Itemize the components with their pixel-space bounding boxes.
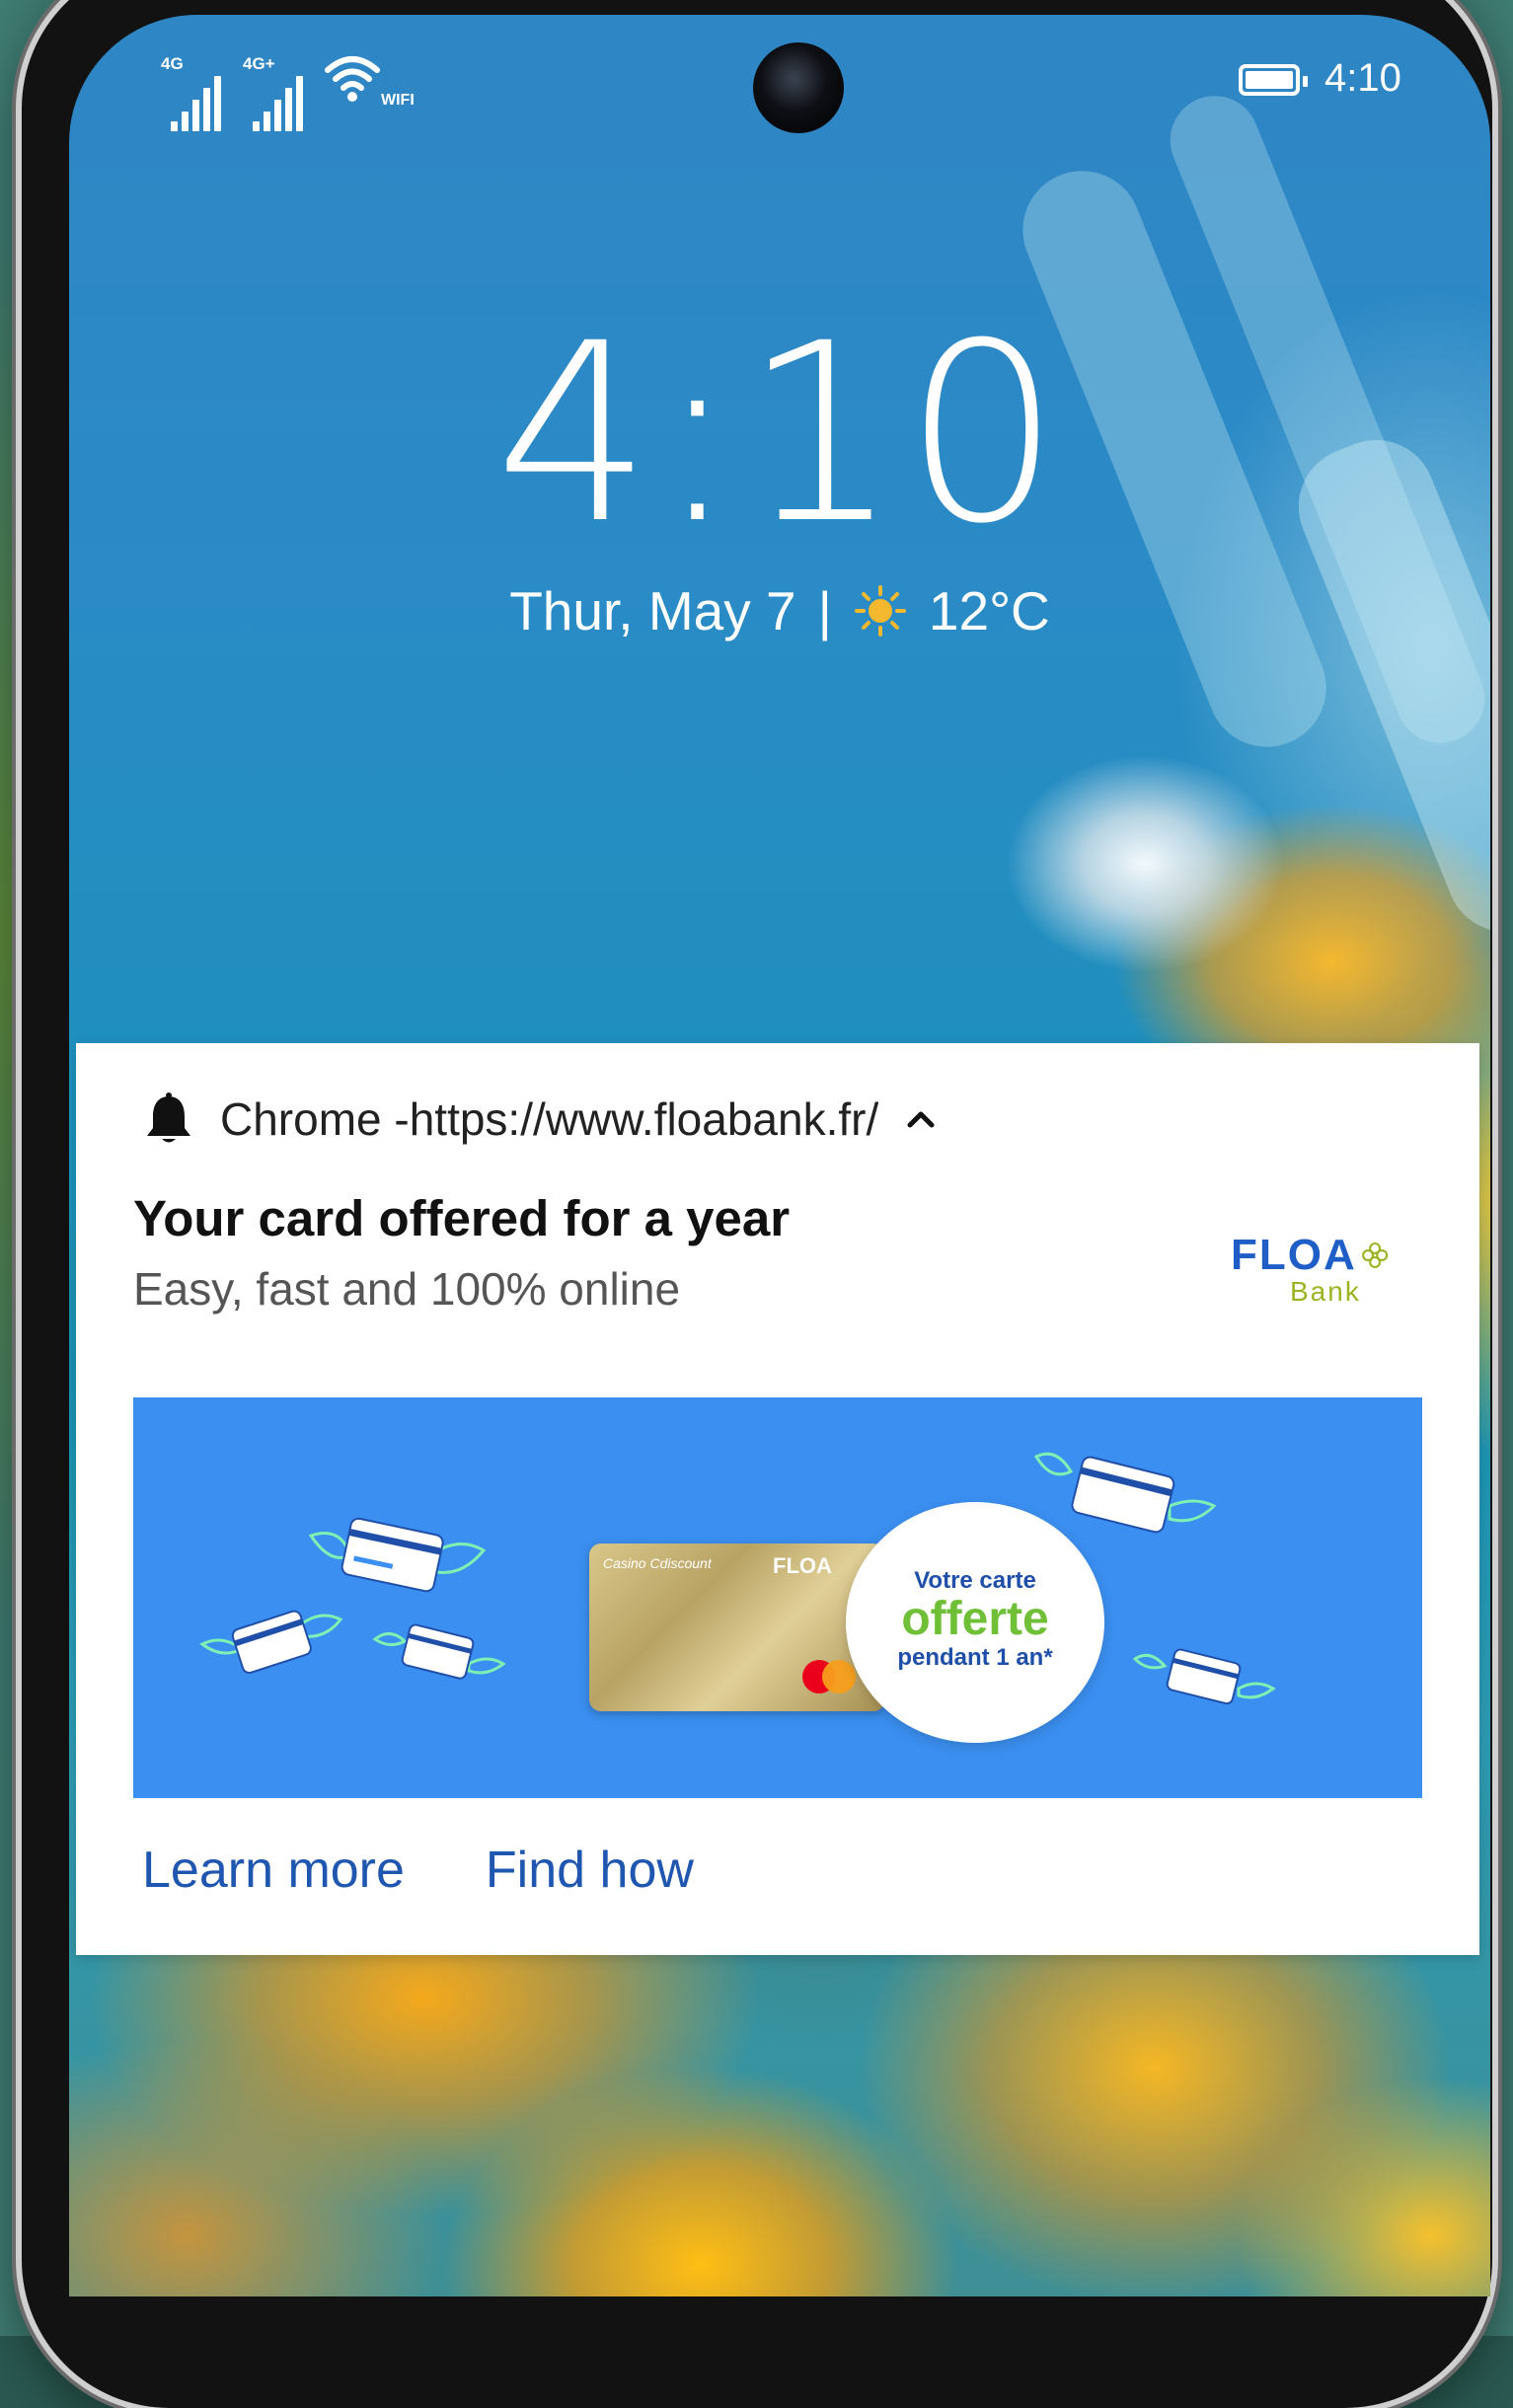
- notification-card[interactable]: Chrome -https://www.floabank.fr/ Your ca…: [76, 1043, 1479, 1955]
- gold-credit-card: Casino Cdiscount FLOA: [589, 1543, 885, 1711]
- wifi-icon: [325, 56, 380, 102]
- offer-badge: Votre carte offerte pendant 1 an*: [846, 1502, 1104, 1743]
- notification-body: Easy, fast and 100% online: [133, 1263, 681, 1315]
- flower-icon: [1361, 1242, 1388, 1269]
- wifi-label: WIFI: [381, 92, 415, 109]
- battery-icon: [1239, 64, 1308, 96]
- learn-more-button[interactable]: Learn more: [142, 1841, 405, 1900]
- badge-line2: offerte: [901, 1593, 1049, 1645]
- notification-header[interactable]: Chrome -https://www.floabank.fr/: [143, 1092, 938, 1146]
- bell-icon: [147, 1092, 190, 1143]
- notification-source: Chrome -https://www.floabank.fr/: [220, 1093, 879, 1145]
- date-label: Thur, May 7: [509, 580, 796, 641]
- winged-card-icon: [372, 1623, 506, 1680]
- promo-banner[interactable]: Casino Cdiscount FLOA Votre carte offert…: [133, 1397, 1422, 1798]
- status-time: 4:10: [1324, 56, 1401, 100]
- winged-card-icon: [199, 1610, 343, 1674]
- winged-card-icon: [1132, 1648, 1276, 1705]
- notification-title: Your card offered for a year: [133, 1190, 791, 1246]
- card-brand: Casino Cdiscount: [603, 1555, 712, 1571]
- separator: |: [817, 580, 832, 641]
- notification-actions: Learn more Find how: [142, 1841, 694, 1900]
- front-camera: [753, 42, 844, 133]
- sun-icon: [854, 585, 906, 637]
- find-how-button[interactable]: Find how: [486, 1841, 694, 1900]
- card-issuer: FLOA: [773, 1553, 832, 1578]
- lock-clock: 4:10: [494, 290, 1065, 577]
- logo-name: FLOA: [1231, 1231, 1357, 1279]
- badge-line3: pendant 1 an*: [897, 1644, 1053, 1672]
- network-type-label: 4G: [161, 54, 184, 73]
- temperature-label: 12°C: [928, 580, 1050, 641]
- logo-sub: Bank: [1290, 1276, 1361, 1307]
- chevron-up-icon[interactable]: [904, 1107, 938, 1131]
- network-type-label: 4G+: [243, 54, 275, 73]
- status-bar: 4G 4G+ WIFI 4:10: [69, 15, 1490, 143]
- date-weather: Thur, May 7 | 12°C: [69, 579, 1490, 642]
- floa-bank-logo: FLOA Bank: [1231, 1231, 1389, 1308]
- badge-line1: Votre carte: [914, 1567, 1036, 1594]
